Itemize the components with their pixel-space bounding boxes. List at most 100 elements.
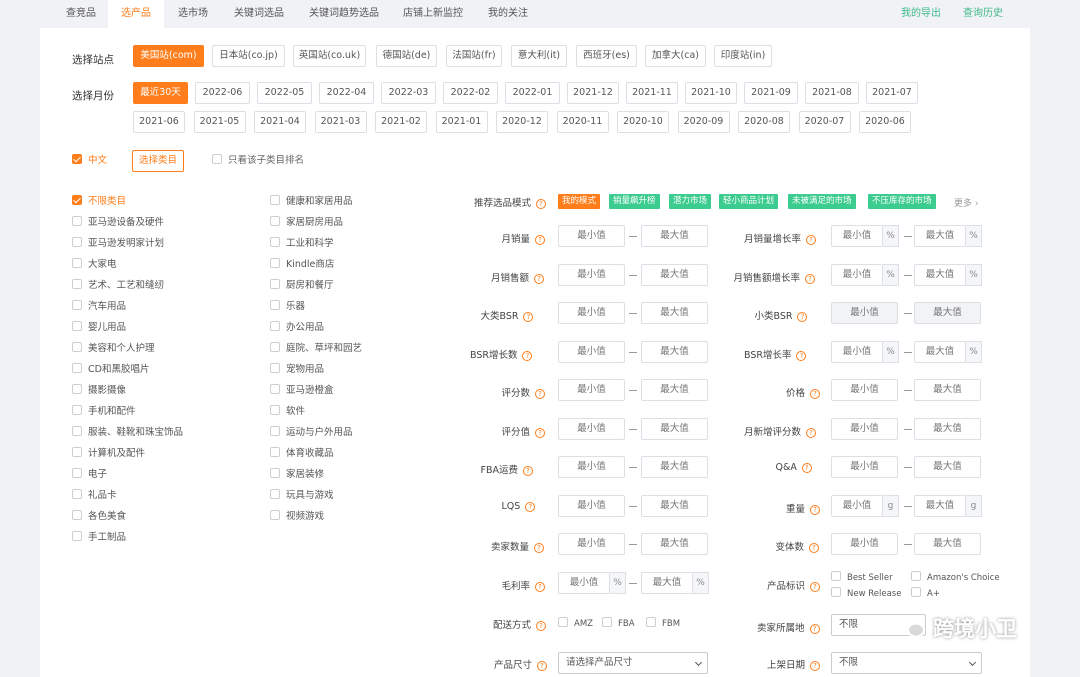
category-option[interactable]: 工业和科学 [270, 237, 334, 251]
rating-max-input[interactable]: 最大值 [641, 417, 708, 440]
category-option[interactable]: 家居厨房用品 [270, 216, 343, 230]
month-option[interactable]: 2021-02 [375, 111, 427, 133]
month-option[interactable]: 2020-07 [798, 111, 851, 133]
new_reviews-max-input[interactable]: 最大值 [914, 417, 981, 440]
month-option[interactable]: 2020-11 [556, 111, 609, 133]
sales_growth-max-input[interactable]: 最大值 [914, 225, 966, 247]
monthly_sales-min-input[interactable]: 最小值 [558, 225, 625, 247]
site-es[interactable]: 西班牙(es) [576, 45, 637, 67]
category-option[interactable]: 运动与户外用品 [270, 426, 353, 440]
month-option[interactable]: 2022-04 [319, 82, 374, 104]
seller_count-min-input[interactable]: 最小值 [558, 533, 625, 555]
category-option[interactable]: Kindle商店 [270, 258, 334, 272]
category-option[interactable]: 手机和配件 [72, 405, 136, 419]
gross_margin-min-input[interactable]: 最小值 [558, 571, 610, 594]
category-option[interactable]: 庭院、草坪和园艺 [270, 342, 362, 356]
category-option[interactable]: 视频游戏 [270, 510, 324, 524]
qa-min-input[interactable]: 最小值 [831, 456, 898, 478]
help-icon[interactable]: ? [805, 273, 816, 284]
category-option[interactable]: 汽车用品 [72, 300, 126, 314]
help-icon[interactable]: ? [809, 543, 820, 553]
month-option[interactable]: 最近30天 [133, 82, 188, 104]
category-option[interactable]: 手工制品 [72, 531, 126, 545]
fba_fee-max-input[interactable]: 最大值 [641, 456, 708, 478]
month-option[interactable]: 2022-03 [381, 82, 436, 104]
month-option[interactable]: 2022-06 [195, 82, 250, 104]
help-icon[interactable]: ? [523, 312, 534, 322]
qa-max-input[interactable]: 最大值 [914, 456, 981, 478]
category-option[interactable]: 电子 [72, 468, 107, 482]
lqs-min-input[interactable]: 最小值 [558, 494, 625, 517]
variants-min-input[interactable]: 最小值 [831, 533, 898, 555]
shipping-fbm[interactable]: FBM [646, 617, 680, 631]
category-option[interactable]: 厨房和餐厅 [270, 279, 334, 293]
category-option[interactable]: 玩具与游戏 [270, 489, 334, 503]
month-option[interactable]: 2020-12 [496, 111, 548, 133]
revenue_growth-min-input[interactable]: 最小值 [831, 263, 883, 286]
nav-keyword-trend[interactable]: 关键词趋势选品 [309, 0, 379, 28]
month-option[interactable]: 2021-05 [193, 111, 246, 133]
help-icon[interactable]: ? [810, 389, 821, 399]
month-option[interactable]: 2021-01 [435, 111, 488, 133]
mode-tag-sales-surge[interactable]: 销量飙升榜 [609, 194, 660, 209]
bsr_growth_rate-max-input[interactable]: 最大值 [914, 340, 966, 363]
shipping-amz[interactable]: AMZ [558, 617, 593, 631]
main_bsr-min-input[interactable]: 最小值 [558, 302, 625, 324]
price-max-input[interactable]: 最大值 [914, 379, 981, 401]
category-option[interactable]: 摄影摄像 [72, 384, 126, 398]
help-icon[interactable]: ? [534, 273, 545, 284]
month-option[interactable]: 2021-09 [744, 82, 798, 104]
bsr_growth_rate-min-input[interactable]: 最小值 [831, 340, 883, 363]
shipping-fba[interactable]: FBA [602, 617, 635, 631]
month-option[interactable]: 2020-09 [677, 111, 730, 133]
help-icon[interactable]: ? [810, 504, 821, 515]
site-in[interactable]: 印度站(in) [714, 45, 772, 67]
monthly_revenue-max-input[interactable]: 最大值 [641, 263, 708, 286]
month-option[interactable]: 2021-12 [567, 82, 619, 104]
mode-tag-light-small[interactable]: 轻小商品计划 [719, 194, 779, 209]
mode-tag-no-stock[interactable]: 不压库存的市场 [868, 194, 936, 209]
nav-query-history[interactable]: 查询历史 [963, 0, 1003, 28]
more-link[interactable]: 更多 › [954, 196, 978, 209]
sub_bsr-max-input[interactable]: 最大值 [914, 302, 981, 324]
category-option[interactable]: 宠物用品 [270, 363, 324, 377]
month-option[interactable]: 2021-08 [805, 82, 859, 104]
help-icon[interactable]: ? [534, 543, 545, 553]
nav-my-follow[interactable]: 我的关注 [488, 0, 528, 28]
mode-tag-potential[interactable]: 潜力市场 [669, 194, 712, 209]
site-uk[interactable]: 英国站(co.uk) [293, 45, 366, 67]
monthly_sales-max-input[interactable]: 最大值 [641, 225, 708, 247]
nav-competitor[interactable]: 查竞品 [66, 0, 96, 28]
category-option[interactable]: 不限类目 [72, 195, 126, 209]
monthly_revenue-min-input[interactable]: 最小值 [558, 263, 625, 286]
bsr_growth_count-min-input[interactable]: 最小值 [558, 340, 625, 363]
review_count-max-input[interactable]: 最大值 [641, 379, 708, 401]
nav-keyword-select[interactable]: 关键词选品 [234, 0, 284, 28]
category-option[interactable]: 家居装修 [270, 468, 324, 482]
category-option[interactable]: 软件 [270, 405, 305, 419]
category-option[interactable]: 艺术、工艺和缝纫 [72, 279, 164, 293]
help-icon[interactable]: ? [796, 350, 807, 361]
only-sub-rank-checkbox[interactable]: 只看该子类目排名 [212, 154, 304, 168]
badge-new-release[interactable]: New Release [831, 587, 901, 601]
category-option[interactable]: 婴儿用品 [72, 321, 126, 335]
site-fr[interactable]: 法国站(fr) [446, 45, 502, 67]
help-icon[interactable]: ? [806, 427, 817, 438]
select-category-button[interactable]: 选择类目 [132, 150, 184, 172]
category-option[interactable]: 服装、鞋靴和珠宝饰品 [72, 426, 183, 440]
category-option[interactable]: 亚马逊橙盒 [270, 384, 334, 398]
weight-max-input[interactable]: 最大值 [914, 494, 966, 517]
badge-aplus[interactable]: A+ [911, 587, 940, 601]
category-option[interactable]: 亚马逊发明家计划 [72, 237, 164, 251]
size-select[interactable]: 请选择产品尺寸 [558, 652, 708, 674]
help-icon[interactable]: ? [797, 312, 808, 322]
nav-select-product[interactable]: 选产品 [108, 0, 164, 28]
category-option[interactable]: 乐器 [270, 300, 305, 314]
listing-date-select[interactable]: 不限 [831, 652, 982, 674]
revenue_growth-max-input[interactable]: 最大值 [914, 263, 966, 286]
month-option[interactable]: 2020-08 [738, 111, 790, 133]
rating-min-input[interactable]: 最小值 [558, 417, 625, 440]
main_bsr-max-input[interactable]: 最大值 [641, 302, 708, 324]
month-option[interactable]: 2022-05 [257, 82, 312, 104]
help-icon[interactable]: ? [525, 501, 536, 512]
